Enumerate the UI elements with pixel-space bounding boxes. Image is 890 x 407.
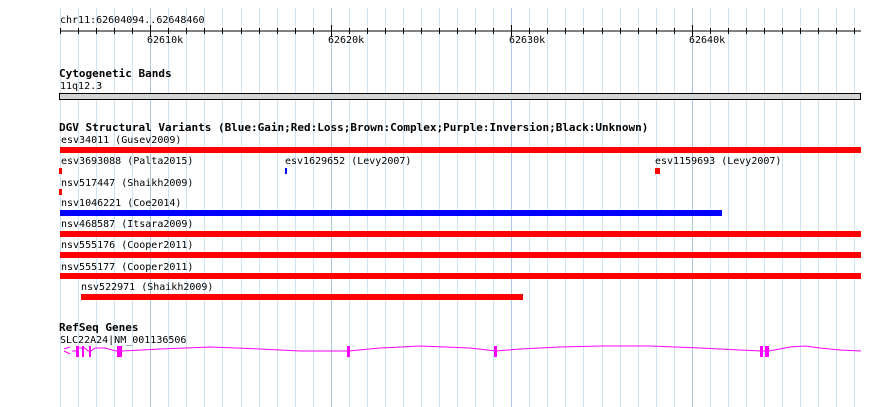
variant-label: esv34011 (Gusev2009) <box>61 135 182 146</box>
variant-bar-nsv555176[interactable] <box>60 252 861 258</box>
variant-label: esv1159693 (Levy2007) <box>655 156 782 167</box>
variant-bar-nsv468587[interactable] <box>60 231 861 237</box>
tick-label-62640k: 62640k <box>689 35 726 46</box>
tick-label-62630k: 62630k <box>509 35 546 46</box>
tick-label-62620k: 62620k <box>328 35 365 46</box>
cytogenetic-track-title: Cytogenetic Bands <box>59 67 172 80</box>
dgv-track-title: DGV Structural Variants (Blue:Gain;Red:L… <box>59 121 649 134</box>
variant-label: nsv555176 (Cooper2011) <box>61 240 194 251</box>
variant-bar-nsv522971[interactable] <box>81 294 523 300</box>
variant-bar-esv1629652[interactable] <box>285 168 287 174</box>
variant-bar-nsv555177[interactable] <box>60 273 861 279</box>
variant-label: nsv555177 (Cooper2011) <box>61 262 194 273</box>
refseq-track-title: RefSeq Genes <box>59 321 139 334</box>
cytoband-bar[interactable] <box>59 93 861 100</box>
variant-label: nsv517447 (Shaikh2009) <box>61 178 194 189</box>
variant-bar-esv3693088[interactable] <box>59 168 62 174</box>
variant-bar-nsv1046221[interactable] <box>60 210 722 216</box>
variant-label: nsv468587 (Itsara2009) <box>61 219 194 230</box>
variant-label: nsv1046221 (Coe2014) <box>61 198 182 209</box>
tick-label-62610k: 62610k <box>147 35 184 46</box>
ruler-axis <box>60 25 861 37</box>
variant-bar-esv1159693[interactable] <box>655 168 660 174</box>
gene-model-slc22a24[interactable] <box>0 340 890 362</box>
variant-label: esv3693088 (Palta2015) <box>61 156 194 167</box>
variant-bar-esv34011[interactable] <box>60 147 861 153</box>
variant-label: nsv522971 (Shaikh2009) <box>81 282 214 293</box>
variant-label: esv1629652 (Levy2007) <box>285 156 412 167</box>
variant-bar-nsv517447[interactable] <box>59 189 62 195</box>
cytoband-label: 11q12.3 <box>60 81 103 92</box>
